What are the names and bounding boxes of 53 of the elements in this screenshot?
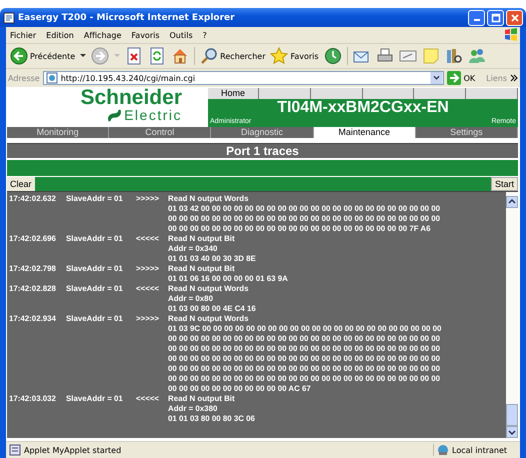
close-button[interactable]	[506, 10, 523, 26]
back-button[interactable]: Précédente	[10, 47, 76, 65]
page-icon	[3, 12, 15, 24]
search-icon	[200, 47, 218, 65]
menu-item[interactable]: Outils	[170, 30, 193, 40]
books-icon[interactable]	[444, 47, 463, 65]
start-button[interactable]: Start	[490, 177, 518, 191]
dropdown-arrow-icon[interactable]	[80, 54, 86, 58]
menu-item[interactable]: Edition	[46, 30, 74, 40]
scroll-up-icon[interactable]	[506, 196, 518, 208]
star-icon	[270, 47, 288, 65]
address-field[interactable]: http://10.195.43.240/cgi/main.cgi	[42, 71, 444, 85]
refresh-icon[interactable]	[148, 47, 166, 65]
device-name: TI04M-xxBM2CGxx-EN	[276, 99, 450, 117]
minimize-icon	[474, 19, 480, 21]
clear-button[interactable]: Clear	[7, 177, 35, 191]
chevron-icon[interactable]	[510, 74, 518, 82]
arrow-icon	[446, 71, 461, 85]
history-icon[interactable]	[324, 47, 342, 65]
maximize-icon	[490, 12, 500, 22]
nav-tab[interactable]: Control	[109, 127, 212, 138]
people-icon[interactable]	[468, 47, 486, 65]
applet-icon	[9, 444, 21, 456]
section-title: Port 1 traces	[7, 143, 518, 158]
window-title: Easergy T200 - Microsoft Internet Explorer	[18, 12, 236, 22]
menu-item[interactable]: ?	[202, 30, 207, 40]
security-zone: Local intranet	[452, 446, 508, 454]
stop-icon[interactable]	[125, 47, 144, 65]
windows-flag-icon	[504, 28, 518, 42]
scroll-down-icon[interactable]	[506, 426, 518, 438]
page-icon	[46, 72, 58, 84]
scroll-thumb[interactable]	[506, 404, 518, 426]
home-icon[interactable]	[171, 47, 190, 65]
forward-icon[interactable]	[91, 47, 110, 65]
nav-tab[interactable]: Settings	[416, 127, 518, 138]
go-button[interactable]: OK	[446, 71, 484, 85]
menu-item[interactable]: Fichier	[10, 30, 36, 40]
address-label: Adresse	[8, 74, 40, 82]
minimize-button[interactable]	[468, 10, 485, 26]
logo-wordmark: Schneider	[80, 88, 182, 108]
status-text: Applet MyApplet started	[24, 446, 122, 454]
scrollbar[interactable]	[506, 192, 518, 438]
menu-item[interactable]: Affichage	[84, 30, 122, 40]
maximize-button[interactable]	[487, 10, 504, 26]
logo-wordmark: Electric	[124, 108, 182, 122]
close-icon	[510, 12, 520, 22]
menu-item[interactable]: Favoris	[131, 30, 160, 40]
nav-tab[interactable]: Maintenance	[314, 127, 416, 138]
favorites-button[interactable]: Favoris	[270, 47, 319, 65]
search-button[interactable]: Rechercher	[200, 47, 266, 65]
logo-icon	[107, 108, 122, 122]
nav-tab[interactable]: Monitoring	[7, 127, 110, 138]
back-icon	[10, 47, 28, 65]
